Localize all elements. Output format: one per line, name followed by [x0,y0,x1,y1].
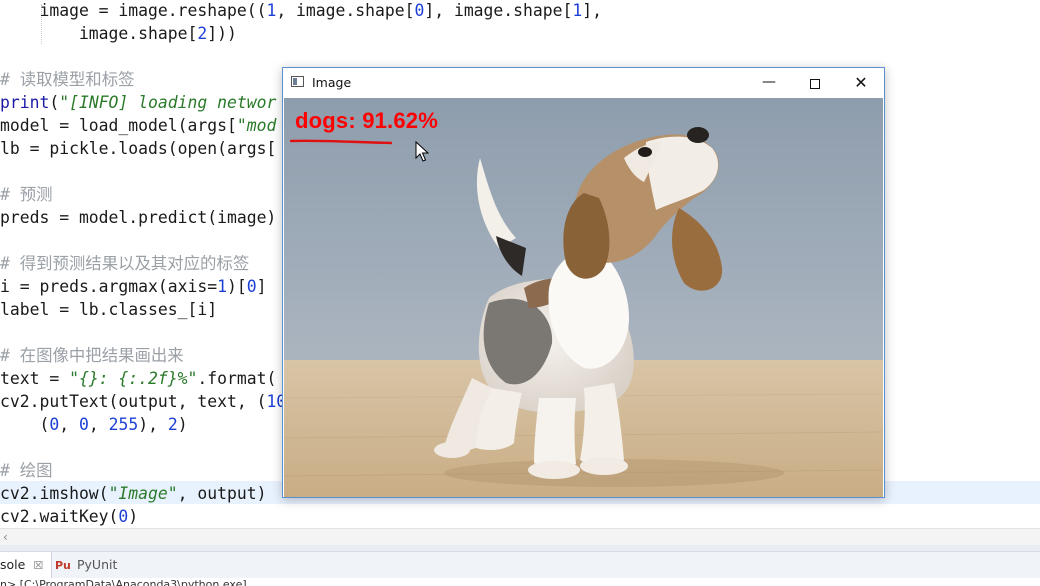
mouse-cursor-icon [415,141,429,162]
pyunit-icon: Pu [55,559,71,572]
close-button[interactable]: ✕ [838,68,884,97]
code-token: "mod [236,116,277,135]
close-tab-icon[interactable]: ☒ [33,559,43,572]
scroll-left-icon[interactable]: ‹ [3,529,8,545]
code-token: image = image.reshape(( [0,1,267,20]
tab-console[interactable]: sole ☒ [0,552,53,578]
minimize-button[interactable]: — [746,68,792,97]
tab-console-label: sole [0,557,26,572]
dog-photo: dogs: 91.62% [284,98,883,497]
code-token: .format( [197,369,277,388]
code-token: text = [0,369,70,388]
code-line[interactable]: i = preds.argmax(axis=1)[0] [0,275,266,298]
window-app-icon [291,76,304,87]
code-token: ), [138,415,168,434]
code-line[interactable]: # 预测 [0,183,53,206]
code-token: # 得到预测结果以及其对应的标签 [0,254,250,273]
code-token: 0 [246,277,257,296]
code-token: # 预测 [0,185,53,204]
window-titlebar[interactable]: Image — ✕ [283,68,884,97]
window-title: Image [312,75,352,90]
maximize-icon [810,78,820,89]
code-token: , output) [177,484,267,503]
beagle-puppy-image [284,98,883,497]
code-token: ) [177,415,188,434]
code-token: 255 [108,415,139,434]
prediction-label: dogs: 91.62% [295,108,439,133]
code-token: ) [128,507,139,526]
image-window[interactable]: Image — ✕ dogs: 91.62% [282,67,885,498]
code-line[interactable]: print("[INFO] loading networ [0,91,276,114]
code-token: preds = model.predict(image) [0,208,277,227]
code-line[interactable]: image.shape[2])) [0,22,237,45]
code-token: ] [256,277,267,296]
code-token: 0 [49,415,60,434]
code-token: ( [49,93,60,112]
code-token: cv2.imshow( [0,484,109,503]
code-token: # 在图像中把结果画出来 [0,346,184,365]
code-token: ], image.shape[ [424,1,573,20]
tab-pyunit-label: PyUnit [76,557,118,572]
bottom-panel-tabbar: sole ☒ Pu PyUnit [0,551,1040,578]
code-token: 1 [217,277,227,296]
code-token: )[ [226,277,247,296]
code-line[interactable]: cv2.imshow("Image", output) [0,482,266,505]
code-token: model = load_model(args[ [0,116,237,135]
code-line[interactable]: model = load_model(args["mod [0,114,276,137]
code-token: , image.shape[ [276,1,415,20]
console-process-path: n> [C:\ProgramData\Anaconda3\python.exe] [0,578,247,586]
code-token: , [88,415,109,434]
code-line[interactable]: cv2.putText(output, text, (10 [0,390,286,413]
code-token: ])) [207,24,237,43]
code-line[interactable]: image = image.reshape((1, image.shape[0]… [0,0,602,22]
code-token: "Image" [108,484,178,503]
maximize-button[interactable] [792,68,838,97]
code-token: i = preds.argmax(axis= [0,277,218,296]
code-token: 2 [197,24,208,43]
code-token: print [0,93,50,112]
code-line[interactable]: lb = pickle.loads(open(args[ [0,137,276,160]
tab-pyunit[interactable]: Pu PyUnit [55,552,117,578]
red-underline-annotation [290,139,392,145]
code-token: cv2.waitKey( [0,507,119,526]
code-line[interactable]: # 读取模型和标签 [0,68,134,91]
code-token: lb = pickle.loads(open(args[ [0,139,277,158]
code-token: 1 [266,1,277,20]
code-token: # 绘图 [0,461,53,480]
code-line[interactable]: text = "{}: {:.2f}%".format( [0,367,276,390]
code-line[interactable]: cv2.waitKey(0) [0,505,138,528]
code-token: 1 [572,1,583,20]
code-token: # 读取模型和标签 [0,70,135,89]
close-icon: ✕ [854,73,868,92]
code-token: image.shape[ [0,24,198,43]
code-token: 0 [118,507,129,526]
code-token: 0 [78,415,89,434]
code-line[interactable]: # 在图像中把结果画出来 [0,344,184,367]
code-token: label = lb.classes_[i] [0,300,218,319]
code-line[interactable]: # 绘图 [0,459,53,482]
code-token: , [59,415,79,434]
code-line[interactable]: (0, 0, 255), 2) [0,413,188,436]
code-token: 2 [167,415,178,434]
horizontal-scrollbar[interactable]: ‹ [0,528,1040,545]
code-token: "{}: {:.2f}%" [69,369,198,388]
code-token: ], [582,1,602,20]
code-line[interactable]: label = lb.classes_[i] [0,298,217,321]
code-line[interactable]: preds = model.predict(image) [0,206,276,229]
minimize-icon: — [762,74,776,90]
code-token: cv2.putText(output, text, ( [0,392,267,411]
code-token: "[INFO] loading networ [59,93,277,112]
code-token: ( [0,415,50,434]
code-line[interactable]: # 得到预测结果以及其对应的标签 [0,252,249,275]
code-token: 0 [414,1,425,20]
